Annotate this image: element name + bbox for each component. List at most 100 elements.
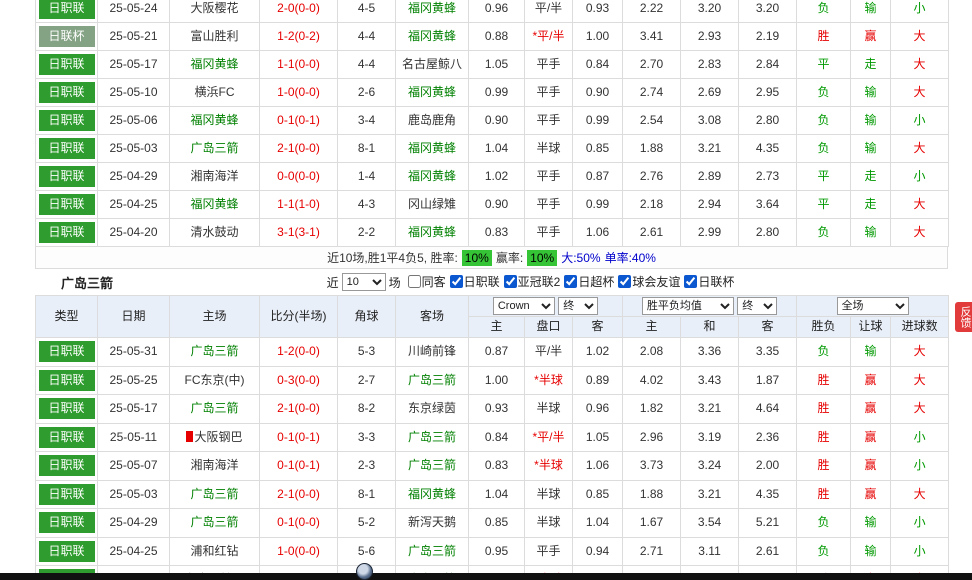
- home-team-link[interactable]: 富山胜利: [170, 23, 260, 51]
- home-team-link[interactable]: 福冈黄蜂: [170, 51, 260, 79]
- asia-handicap: 平手: [525, 191, 573, 219]
- match-date: 25-05-06: [98, 107, 170, 135]
- col-header-away: 客场: [396, 296, 469, 338]
- home-team-link[interactable]: 福冈黄蜂: [170, 191, 260, 219]
- goals-result: 大: [891, 51, 949, 79]
- league-filter-checkbox[interactable]: [450, 275, 463, 288]
- corner-score: 5-3: [338, 338, 396, 367]
- home-team-link[interactable]: 湘南海洋: [170, 452, 260, 481]
- asia-home-water: 0.83: [469, 219, 525, 247]
- league-filter-checkbox[interactable]: [618, 275, 631, 288]
- euro-home-odds: 2.71: [623, 537, 681, 566]
- home-team-link[interactable]: 广岛三箭: [170, 509, 260, 538]
- euro-home-odds: 3.41: [623, 23, 681, 51]
- league-badge: 日职联: [39, 341, 95, 362]
- europe-final-select[interactable]: 终: [737, 297, 777, 315]
- euro-away-odds: 4.64: [739, 395, 797, 424]
- away-team-link[interactable]: 名古屋鲸八: [396, 51, 469, 79]
- league-filter-item[interactable]: 球会友谊: [618, 273, 680, 290]
- league-filter-item[interactable]: 日联杯: [684, 273, 734, 290]
- away-team-link[interactable]: 新泻天鹅: [396, 509, 469, 538]
- away-team-link[interactable]: 福冈黄蜂: [396, 163, 469, 191]
- home-team-link[interactable]: 广岛三箭: [170, 480, 260, 509]
- euro-home-odds: 2.96: [623, 423, 681, 452]
- away-team-link[interactable]: 川崎前锋: [396, 338, 469, 367]
- away-team-link[interactable]: 福冈黄蜂: [396, 219, 469, 247]
- company-select[interactable]: Crown: [493, 297, 555, 315]
- home-team-link[interactable]: 横浜FC: [170, 79, 260, 107]
- home-team-link[interactable]: 广岛三箭: [170, 135, 260, 163]
- league-filter-item[interactable]: 亚冠联2: [504, 273, 561, 290]
- euro-home-odds: 1.67: [623, 509, 681, 538]
- away-team-link[interactable]: 广岛三箭: [396, 366, 469, 395]
- euro-draw-odds: 2.99: [681, 219, 739, 247]
- win-loss-result: 胜: [797, 366, 851, 395]
- win-loss-result: 胜: [797, 23, 851, 51]
- sub-header-euro-home: 主: [623, 317, 681, 338]
- match-row: 日联杯25-05-21富山胜利1-2(0-2)4-4福冈黄蜂0.88*平/半1.…: [36, 23, 949, 51]
- euro-away-odds: 4.35: [739, 135, 797, 163]
- league-filter-item[interactable]: 日职联: [450, 273, 500, 290]
- goals-result: 小: [891, 107, 949, 135]
- away-team-link[interactable]: 福冈黄蜂: [396, 135, 469, 163]
- euro-home-odds: 1.88: [623, 135, 681, 163]
- asia-final-select[interactable]: 终: [558, 297, 598, 315]
- away-team-link[interactable]: 福冈黄蜂: [396, 23, 469, 51]
- away-team-link[interactable]: 福冈黄蜂: [396, 79, 469, 107]
- away-team-link[interactable]: 广岛三箭: [396, 452, 469, 481]
- euro-away-odds: 2.95: [739, 79, 797, 107]
- away-team-link[interactable]: 东京绿茵: [396, 395, 469, 424]
- away-team-link[interactable]: 广岛三箭: [396, 537, 469, 566]
- scope-select[interactable]: 全场: [837, 297, 909, 315]
- feedback-float-tab[interactable]: 反馈: [955, 302, 972, 332]
- league-filter-checkbox[interactable]: [684, 275, 697, 288]
- red-card-icon: [186, 431, 193, 442]
- home-team-link[interactable]: 清水鼓动: [170, 219, 260, 247]
- overlay-app-icon[interactable]: [356, 563, 373, 580]
- league-filter-checkbox[interactable]: [408, 275, 421, 288]
- handicap-result: 输: [851, 338, 891, 367]
- home-team-link[interactable]: 大阪樱花: [170, 0, 260, 23]
- asia-away-water: 1.06: [573, 219, 623, 247]
- euro-home-odds: 2.74: [623, 79, 681, 107]
- euro-home-odds: 4.02: [623, 366, 681, 395]
- away-team-link[interactable]: 广岛三箭: [396, 423, 469, 452]
- away-team-link[interactable]: 冈山绿雉: [396, 191, 469, 219]
- away-team-link[interactable]: 福冈黄蜂: [396, 0, 469, 23]
- win-loss-result: 平: [797, 191, 851, 219]
- corner-score: 8-1: [338, 480, 396, 509]
- league-filter-checkbox[interactable]: [504, 275, 517, 288]
- away-team-link[interactable]: 鹿岛鹿角: [396, 107, 469, 135]
- recent-count-select[interactable]: 10: [342, 273, 386, 291]
- asia-handicap: 平手: [525, 107, 573, 135]
- match-date: 25-05-07: [98, 452, 170, 481]
- win-loss-result: 胜: [797, 452, 851, 481]
- league-filter-item[interactable]: 同客: [408, 273, 446, 290]
- home-team-link[interactable]: 湘南海洋: [170, 163, 260, 191]
- league-filter-checkbox[interactable]: [564, 275, 577, 288]
- asia-away-water: 0.90: [573, 79, 623, 107]
- europe-avg-select[interactable]: 胜平负均值: [642, 297, 734, 315]
- euro-away-odds: 2.61: [739, 537, 797, 566]
- home-team-link[interactable]: 广岛三箭: [170, 395, 260, 424]
- home-team-link[interactable]: 福冈黄蜂: [170, 107, 260, 135]
- win-loss-result: 胜: [797, 480, 851, 509]
- match-row: 日职联25-05-06福冈黄蜂0-1(0-1)3-4鹿岛鹿角0.90平手0.99…: [36, 107, 949, 135]
- corner-score: 8-2: [338, 395, 396, 424]
- home-team-link[interactable]: 浦和红钻: [170, 537, 260, 566]
- home-team-link[interactable]: FC东京(中): [170, 366, 260, 395]
- win-loss-result: 负: [797, 537, 851, 566]
- asia-handicap: 半球: [525, 480, 573, 509]
- asia-away-water: 0.84: [573, 51, 623, 79]
- handicap-result: 输: [851, 219, 891, 247]
- home-team-link[interactable]: 广岛三箭: [170, 338, 260, 367]
- home-team-link[interactable]: 大阪钢巴: [170, 423, 260, 452]
- league-filter-item[interactable]: 日超杯: [564, 273, 614, 290]
- win-loss-result: 胜: [797, 423, 851, 452]
- handicap-result: 赢: [851, 423, 891, 452]
- corner-score: 4-3: [338, 191, 396, 219]
- league-badge: 日职联: [39, 110, 95, 131]
- league-badge: 日职联: [39, 166, 95, 187]
- league-badge: 日职联: [39, 455, 95, 476]
- away-team-link[interactable]: 福冈黄蜂: [396, 480, 469, 509]
